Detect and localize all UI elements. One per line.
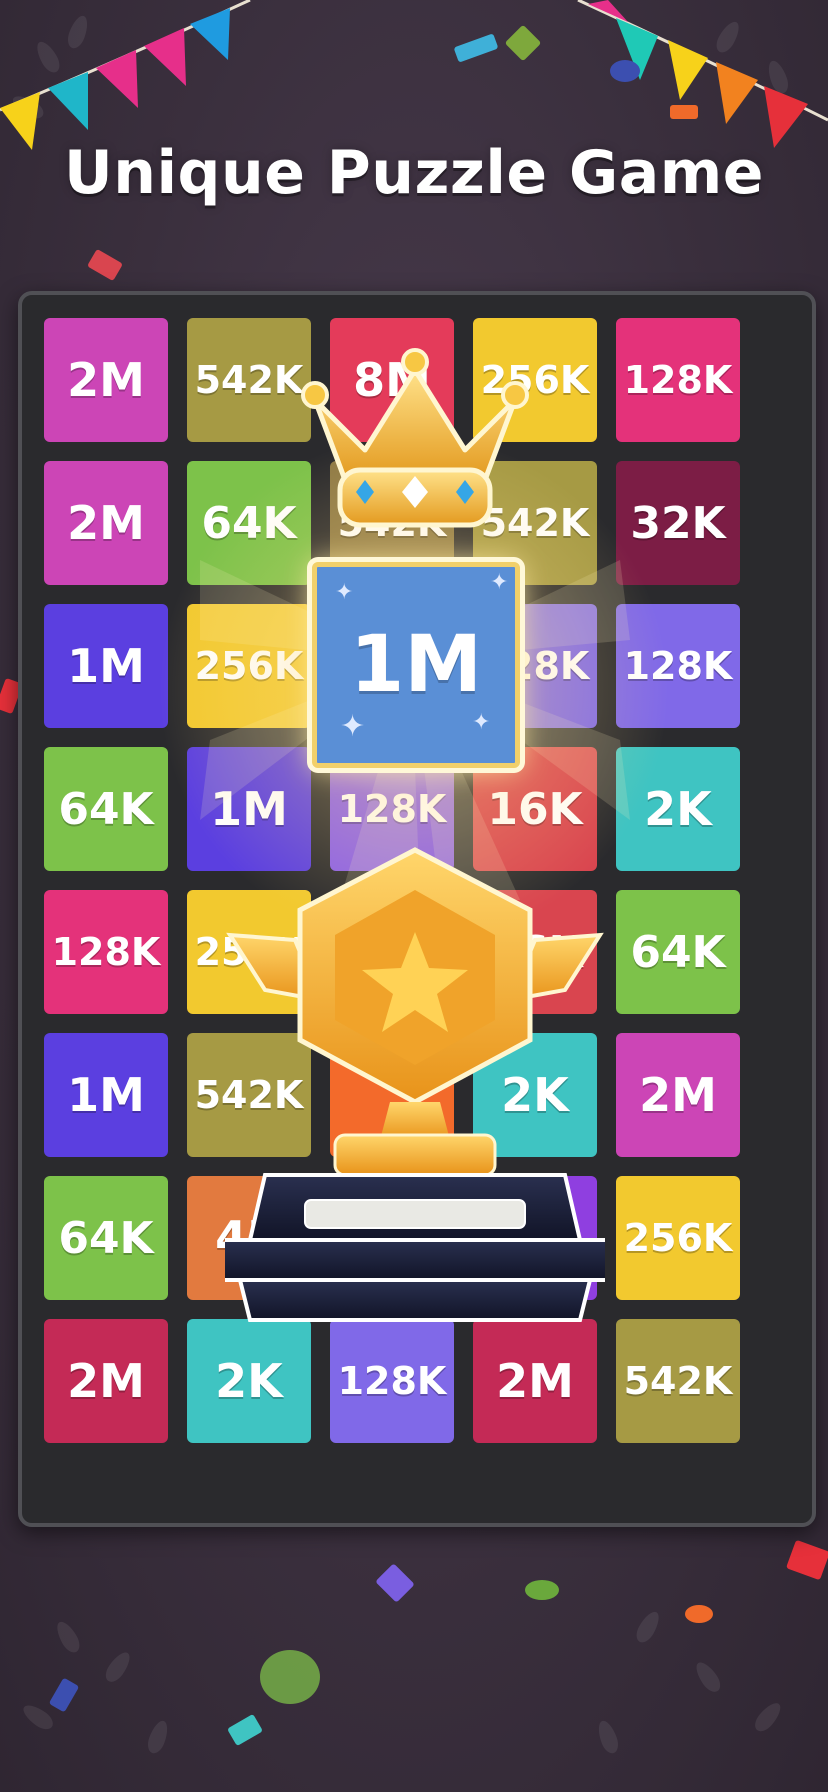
board-tile[interactable]: 1M: [44, 1033, 168, 1157]
board-tile[interactable]: 64K: [44, 1176, 168, 1300]
board-tile[interactable]: 256K: [616, 1176, 740, 1300]
board-tile[interactable]: 2M: [616, 1033, 740, 1157]
board-tile[interactable]: 542K: [616, 1319, 740, 1443]
board-tile[interactable]: 128K: [616, 604, 740, 728]
board-tile[interactable]: 2M: [44, 1319, 168, 1443]
board-tile[interactable]: 256K: [187, 604, 311, 728]
trophy-icon: [225, 847, 605, 1322]
page-title: Unique Puzzle Game: [64, 138, 764, 208]
board-tile[interactable]: 64K: [616, 890, 740, 1014]
board-tile[interactable]: 64K: [44, 747, 168, 871]
board-tile[interactable]: 2M: [44, 461, 168, 585]
board-tile[interactable]: 32K: [616, 461, 740, 585]
board-tile[interactable]: 128K: [616, 318, 740, 442]
crown-icon: [301, 348, 529, 528]
board-tile[interactable]: 2K: [616, 747, 740, 871]
board-tile[interactable]: 128K: [44, 890, 168, 1014]
board-tile[interactable]: 1M: [44, 604, 168, 728]
board-tile[interactable]: 2M: [44, 318, 168, 442]
